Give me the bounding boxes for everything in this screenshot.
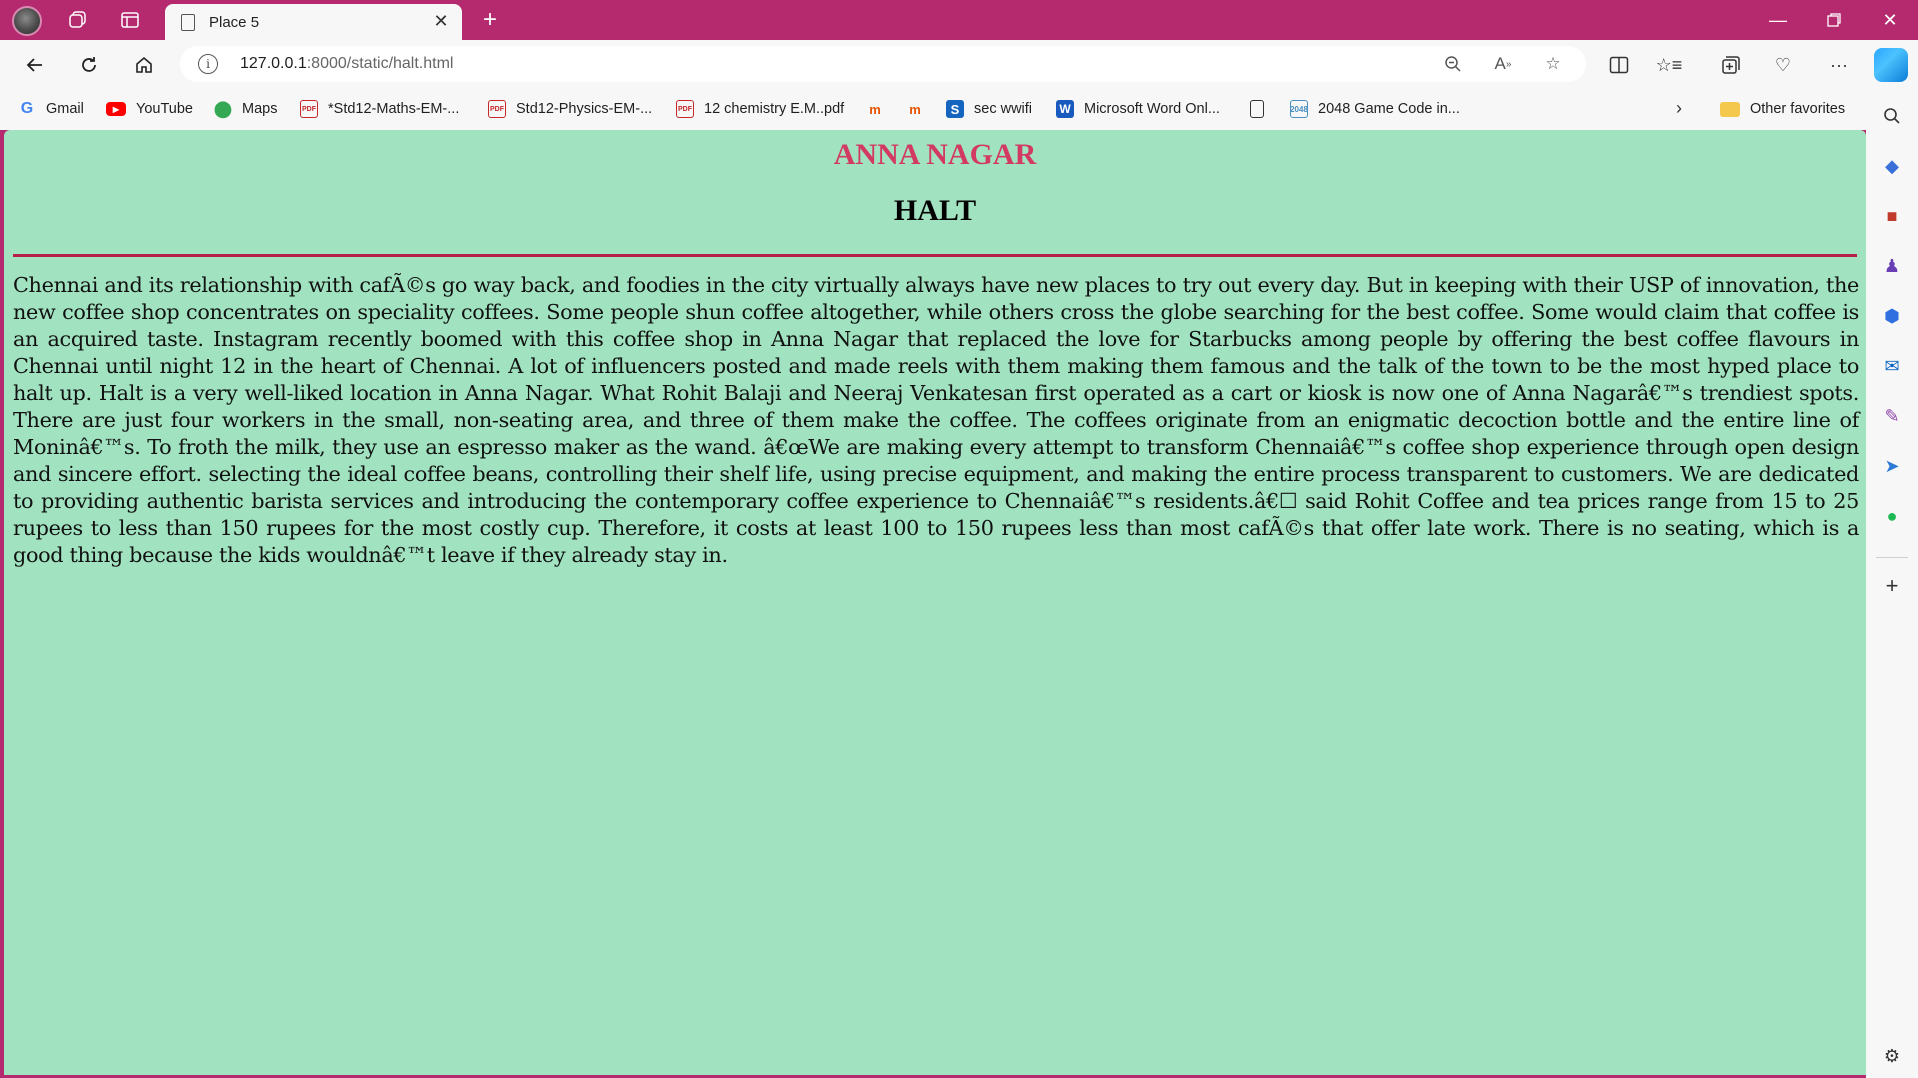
url-text[interactable]: 127.0.0.1:8000/static/halt.html <box>240 55 453 73</box>
favorite-label: 12 chemistry E.M..pdf <box>704 101 845 117</box>
favorite-label: Maps <box>242 101 278 117</box>
favorite-star-icon[interactable]: ☆ <box>1540 52 1566 76</box>
favorite-document[interactable] <box>1250 98 1274 120</box>
other-favorites[interactable]: Other favorites <box>1720 98 1845 120</box>
youtube-icon: ▶ <box>106 102 126 116</box>
site-info-icon[interactable]: i <box>198 54 218 74</box>
navigation-toolbar: i 127.0.0.1:8000/static/halt.html A» ☆ ☆… <box>0 40 1918 88</box>
workspaces-icon[interactable] <box>64 6 92 34</box>
vertical-tabs-icon[interactable] <box>116 6 144 34</box>
designer-icon[interactable]: ✎ <box>1878 402 1906 430</box>
title-bar: Place 5 ✕ + — ✕ <box>0 0 1918 40</box>
page-heading: HALT <box>893 194 977 227</box>
tools-icon[interactable]: ■ <box>1878 202 1906 230</box>
favorite-label: 2048 Game Code in... <box>1318 101 1460 117</box>
folder-icon <box>1720 101 1740 117</box>
browser-essentials-icon[interactable]: ♡ <box>1768 50 1798 80</box>
pdf-icon: PDF <box>300 100 318 118</box>
edge-sidebar: ◆ ■ ♟ ⬢ ✉ ✎ ➤ ● + ⚙ <box>1866 88 1918 1078</box>
maps-icon: ⬤ <box>214 101 232 118</box>
restore-button[interactable] <box>1806 0 1862 40</box>
page-viewport: ANNA NAGAR HALT Chennai and its relation… <box>4 130 1866 1075</box>
page-icon <box>181 14 195 31</box>
document-icon <box>1250 100 1264 118</box>
pdf-icon: PDF <box>488 100 506 118</box>
games-icon[interactable]: ♟ <box>1878 252 1906 280</box>
favorite-label: Std12-Physics-EM-... <box>516 101 653 117</box>
other-favorites-label: Other favorites <box>1750 101 1846 117</box>
spotify-icon[interactable]: ● <box>1878 502 1906 530</box>
add-icon[interactable]: + <box>1878 572 1906 600</box>
favorite-chemistry-pdf[interactable]: PDF 12 chemistry E.M..pdf <box>676 98 844 120</box>
search-icon[interactable] <box>1878 102 1906 130</box>
outlook-icon[interactable]: ✉ <box>1878 352 1906 380</box>
settings-gear-icon[interactable]: ⚙ <box>1878 1042 1906 1070</box>
favorite-gmail[interactable]: G Gmail <box>18 98 84 120</box>
favorite-physics-pdf[interactable]: PDF Std12-Physics-EM-... <box>488 98 652 120</box>
place-title: ANNA NAGAR <box>833 138 1037 171</box>
address-bar[interactable]: i 127.0.0.1:8000/static/halt.html A» ☆ <box>180 46 1586 82</box>
favorite-maths-pdf[interactable]: PDF *Std12-Maths-EM-... <box>300 98 459 120</box>
collections-icon[interactable] <box>1716 50 1746 80</box>
m-icon: m <box>909 101 921 117</box>
favorite-label: Gmail <box>46 101 84 117</box>
chevron-right-icon[interactable]: › <box>1676 98 1682 119</box>
horizontal-rule <box>13 254 1857 257</box>
sidebar-divider <box>1876 557 1908 558</box>
url-host: 127.0.0.1 <box>240 55 307 72</box>
read-aloud-icon[interactable]: A» <box>1490 52 1516 76</box>
favorites-list-icon[interactable]: ☆≡ <box>1654 50 1684 80</box>
2048-icon: 2048 <box>1290 100 1308 118</box>
gmail-icon: G <box>20 100 34 117</box>
copilot-icon[interactable] <box>1874 48 1908 82</box>
shopping-tag-icon[interactable]: ◆ <box>1878 152 1906 180</box>
microsoft-365-icon[interactable]: ⬢ <box>1878 302 1906 330</box>
back-icon[interactable] <box>18 48 52 82</box>
favorite-sec-wwifi[interactable]: Ssec wwifi <box>946 98 1032 120</box>
more-options-icon[interactable]: ··· <box>1824 50 1854 80</box>
send-icon[interactable]: ➤ <box>1878 452 1906 480</box>
favorite-word-online[interactable]: W Microsoft Word Onl... <box>1056 98 1220 120</box>
m-icon: m <box>869 101 881 117</box>
pdf-icon: PDF <box>676 100 694 118</box>
favorite-label: sec wwifi <box>974 101 1033 117</box>
word-icon: W <box>1056 100 1074 118</box>
split-screen-icon[interactable] <box>1604 50 1634 80</box>
home-icon[interactable] <box>127 48 161 82</box>
favorites-bar: G Gmail ▶ YouTube ⬤ Maps PDF *Std12-Maths-EM… <box>0 88 1918 130</box>
favorite-label: YouTube <box>136 101 193 117</box>
s-icon: S <box>946 100 964 118</box>
new-tab-button[interactable]: + <box>476 6 504 34</box>
zoom-out-icon[interactable] <box>1440 52 1466 76</box>
close-tab-icon[interactable]: ✕ <box>430 10 452 32</box>
favorite-m-site-2[interactable]: m <box>906 98 934 120</box>
favorite-m-site-1[interactable]: m <box>866 98 894 120</box>
minimize-button[interactable]: — <box>1750 0 1806 40</box>
article-paragraph: Chennai and its relationship with cafÃ©s… <box>13 273 1859 567</box>
favorite-youtube[interactable]: ▶ YouTube <box>106 98 193 120</box>
favorite-label: Microsoft Word Onl... <box>1084 101 1220 117</box>
profile-avatar[interactable] <box>12 6 42 36</box>
close-window-button[interactable]: ✕ <box>1862 0 1918 40</box>
favorite-label: *Std12-Maths-EM-... <box>328 101 460 117</box>
tab-title: Place 5 <box>209 14 260 31</box>
favorite-maps[interactable]: ⬤ Maps <box>214 98 277 120</box>
refresh-icon[interactable] <box>72 48 106 82</box>
favorite-2048-game[interactable]: 2048 2048 Game Code in... <box>1290 98 1460 120</box>
tab-active[interactable]: Place 5 ✕ <box>165 4 462 40</box>
url-path: :8000/static/halt.html <box>306 55 454 72</box>
